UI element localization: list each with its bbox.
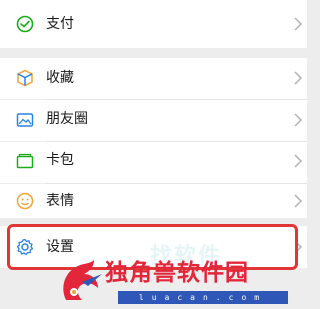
menu-item-label: 支付: [46, 16, 74, 32]
pay-icon: [16, 15, 34, 33]
menu-item-label: 朋友圈: [46, 111, 88, 127]
menu-item-stickers[interactable]: 表情: [0, 184, 307, 218]
chevron-right-icon: [294, 71, 303, 85]
card-pack-icon: [16, 153, 34, 169]
menu-item-label: 收藏: [46, 70, 74, 86]
moments-icon: [16, 113, 34, 127]
chevron-right-icon: [294, 17, 303, 31]
menu-item-label: 表情: [46, 193, 74, 209]
menu-item-favorites[interactable]: 收藏: [0, 58, 307, 99]
chevron-right-icon: [294, 154, 303, 168]
watermark-domain: luacan.com: [118, 291, 288, 304]
menu-item-pay[interactable]: 支付: [0, 0, 307, 48]
chevron-right-icon: [294, 113, 303, 127]
menu-item-card-pack[interactable]: 卡包: [0, 142, 307, 183]
watermark-site-name: 独角兽软件园: [105, 260, 249, 286]
menu-item-moments[interactable]: 朋友圈: [0, 100, 307, 141]
unicorn-logo-icon: [63, 260, 102, 300]
menu-item-label: 卡包: [46, 152, 74, 168]
favorites-icon: [17, 69, 33, 87]
chevron-right-icon: [294, 194, 303, 208]
sticker-icon: [16, 192, 34, 210]
